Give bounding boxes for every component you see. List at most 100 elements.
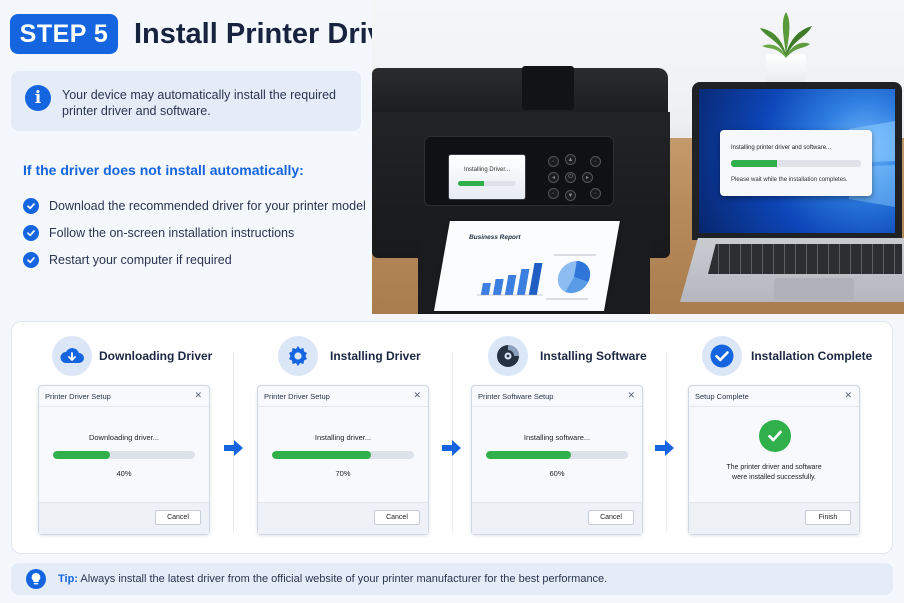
step-label-downloading: Downloading Driver — [99, 349, 213, 363]
dialog-status: Installing driver... — [314, 433, 372, 442]
step-label-installing-driver: Installing Driver — [330, 349, 421, 363]
panel-button: ◂ — [548, 172, 559, 183]
list-item: Follow the on-screen installation instru… — [23, 219, 366, 246]
close-icon[interactable]: ✕ — [413, 390, 421, 401]
cloud-download-icon — [52, 336, 92, 376]
printer-progress-fill — [458, 181, 485, 186]
close-icon[interactable]: ✕ — [194, 390, 202, 401]
tip-bar: Tip: Always install the latest driver fr… — [11, 563, 893, 595]
printed-report: Business Report — [434, 221, 620, 311]
install-driver-dialog: Printer Driver Setup ✕ Installing driver… — [257, 385, 429, 535]
dialog-title: Printer Driver Setup — [45, 392, 111, 401]
list-item: Restart your computer if required — [23, 246, 366, 273]
list-item-label: Follow the on-screen installation instru… — [49, 225, 295, 240]
progress-percent: 40% — [116, 469, 132, 478]
progress-percent: 70% — [335, 469, 351, 478]
setup-complete-dialog: Setup Complete ✕ The printer driver and … — [688, 385, 860, 535]
manual-install-list: Download the recommended driver for your… — [23, 192, 366, 273]
cancel-button[interactable]: Cancel — [374, 510, 420, 525]
lightbulb-icon — [26, 569, 46, 589]
laptop-keyboard — [708, 244, 902, 274]
step-label-installing-software: Installing Software — [540, 349, 647, 363]
progress-percent: 60% — [549, 469, 565, 478]
success-check-icon — [759, 420, 791, 452]
arrow-right-icon — [655, 440, 674, 456]
download-dialog: Printer Driver Setup ✕ Downloading drive… — [38, 385, 210, 535]
finish-button[interactable]: Finish — [805, 510, 851, 525]
dialog-title: Setup Complete — [695, 392, 749, 401]
check-icon — [23, 251, 39, 268]
plant-leaves-icon — [760, 12, 812, 58]
panel-button: ◦ — [548, 188, 559, 199]
panel-button: ◦ — [590, 188, 601, 199]
laptop-dialog-title: Installing printer driver and software..… — [731, 145, 832, 151]
tip-label: Tip: — [58, 573, 78, 585]
success-message-line: The printer driver and software — [726, 464, 822, 471]
dialog-status: Downloading driver... — [88, 433, 160, 442]
list-item: Download the recommended driver for your… — [23, 192, 366, 219]
panel-button: ◦ — [590, 156, 601, 167]
close-icon[interactable]: ✕ — [844, 390, 852, 401]
manual-install-heading: If the driver does not install automatic… — [23, 162, 304, 178]
dialog-status: Installing software... — [523, 433, 591, 442]
success-message: The printer driver and software were ins… — [689, 463, 859, 483]
cancel-button[interactable]: Cancel — [155, 510, 201, 525]
check-circle-icon — [702, 336, 742, 376]
laptop-progress-bar — [731, 160, 861, 167]
arrow-right-icon — [224, 440, 243, 456]
dialog-title: Printer Software Setup — [478, 392, 554, 401]
tip-text: Tip: Always install the latest driver fr… — [58, 573, 607, 585]
laptop-touchpad — [774, 278, 854, 300]
cancel-button[interactable]: Cancel — [588, 510, 634, 525]
dialog-divider — [472, 406, 642, 407]
laptop-install-dialog: Installing printer driver and software..… — [720, 130, 872, 196]
printer-laptop-photo: Installing Driver... ◦ ▲ ◦ ◂ ⏻ ▸ ◦ ▼ ◦ B… — [372, 0, 904, 314]
install-software-dialog: Printer Software Setup ✕ Installing soft… — [471, 385, 643, 535]
check-icon — [23, 197, 39, 214]
dialog-title: Printer Driver Setup — [264, 392, 330, 401]
success-message-line: were installed successfully. — [732, 474, 816, 481]
progress-fill — [486, 451, 572, 459]
progress-bar — [53, 451, 195, 459]
info-box: i Your device may automatically install … — [11, 71, 361, 131]
panel-button: ▼ — [565, 190, 576, 201]
check-icon — [23, 224, 39, 241]
laptop-dialog-subtext: Please wait while the installation compl… — [731, 177, 848, 183]
info-icon: i — [25, 85, 51, 111]
install-steps-panel: Downloading Driver Printer Driver Setup … — [11, 321, 893, 554]
page-title: Install Printer Driver — [134, 18, 412, 50]
laptop-progress-fill — [731, 160, 777, 167]
printer-feeder — [522, 66, 574, 110]
dialog-divider — [39, 406, 209, 407]
printer-screen-text: Installing Driver... — [463, 167, 511, 173]
tip-message: Always install the latest driver from th… — [80, 573, 608, 585]
list-item-label: Download the recommended driver for your… — [49, 198, 366, 213]
dialog-footer: Cancel — [39, 502, 209, 534]
dialog-divider — [689, 406, 859, 407]
disc-icon — [488, 336, 528, 376]
power-icon: ⏻ — [565, 172, 576, 183]
dialog-footer: Finish — [689, 502, 859, 534]
step-label-complete: Installation Complete — [751, 349, 873, 363]
list-item-label: Restart your computer if required — [49, 252, 232, 267]
panel-button: ▸ — [582, 172, 593, 183]
close-icon[interactable]: ✕ — [627, 390, 635, 401]
info-text: Your device may automatically install th… — [62, 88, 336, 118]
progress-fill — [53, 451, 110, 459]
report-chart-icon — [476, 254, 596, 300]
report-title: Business Report — [468, 234, 522, 241]
progress-bar — [272, 451, 414, 459]
panel-button: ◦ — [548, 156, 559, 167]
dialog-footer: Cancel — [258, 502, 428, 534]
dialog-footer: Cancel — [472, 502, 642, 534]
progress-fill — [272, 451, 372, 459]
panel-button: ▲ — [565, 154, 576, 165]
arrow-right-icon — [442, 440, 461, 456]
printer-progress-bar — [458, 181, 516, 186]
printer-lid — [372, 68, 668, 114]
gear-icon — [278, 336, 318, 376]
printer-screen: Installing Driver... — [448, 154, 526, 200]
progress-bar — [486, 451, 628, 459]
dialog-divider — [258, 406, 428, 407]
step-badge: STEP 5 — [10, 14, 118, 54]
